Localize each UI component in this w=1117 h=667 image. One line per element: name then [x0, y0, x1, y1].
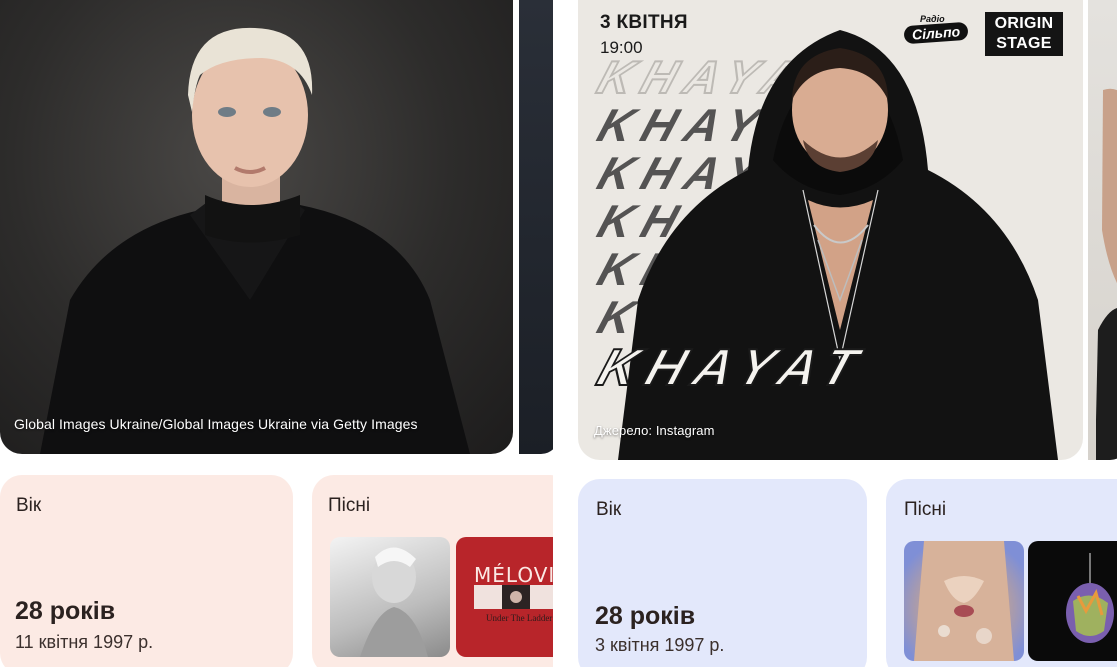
- radio-logo-name: Сільпо: [903, 21, 969, 45]
- birth-date: 11 квітня 1997 р.: [15, 632, 154, 652]
- age-card: Вік 28 років 11 квітня 1997 р.: [0, 475, 293, 667]
- songs-label: Пісні: [904, 499, 947, 520]
- songs-card: Пісні: [886, 479, 1117, 667]
- radio-silpo-logo: Радіо Сільпо: [896, 14, 976, 50]
- next-photo-peek[interactable]: [519, 0, 553, 454]
- age-value: 28 років: [595, 602, 696, 630]
- song-cover-1[interactable]: [330, 537, 450, 657]
- radio-logo-top: Радіо: [920, 14, 945, 24]
- age-label: Вік: [16, 495, 42, 516]
- peek-image: [1096, 88, 1117, 460]
- poster-time: 19:00: [600, 38, 643, 57]
- artist-photo-card[interactable]: Global Images Ukraine/Global Images Ukra…: [0, 0, 513, 454]
- venue-logo: ORIGIN STAGE: [985, 12, 1063, 56]
- venue-line-2: STAGE: [996, 35, 1052, 52]
- concert-poster-card[interactable]: KHAYAT KHAYAT KHAYAT KHAYAT KHAYAT KHAYA…: [578, 0, 1083, 460]
- artist-portrait-image: [40, 27, 470, 454]
- album-subtitle: Under The Ladder: [486, 613, 553, 623]
- song-cover-2[interactable]: MÉLOVIN Under The Ladder: [456, 537, 553, 657]
- album-face-strip: [474, 585, 553, 609]
- age-label: Вік: [596, 499, 622, 520]
- poster-date: 3 КВІТНЯ: [600, 12, 688, 33]
- song-cover-art: [914, 541, 1014, 661]
- panel-right-artist: KHAYAT KHAYAT KHAYAT KHAYAT KHAYAT KHAYA…: [578, 0, 1117, 667]
- song-cover-2[interactable]: [1028, 541, 1117, 661]
- next-photo-peek[interactable]: [1088, 0, 1117, 460]
- song-cover-1[interactable]: [904, 541, 1024, 661]
- age-card: Вік 28 років 3 квітня 1997 р.: [578, 479, 867, 667]
- album-title: MÉLOVIN: [474, 563, 553, 587]
- birth-date: 3 квітня 1997 р.: [595, 635, 725, 655]
- panel-left-artist: Global Images Ukraine/Global Images Ukra…: [0, 0, 553, 667]
- songs-card: Пісні MÉLOVIN Under The Ladder: [312, 475, 553, 667]
- photo-credit-caption: Global Images Ukraine/Global Images Ukra…: [14, 416, 418, 432]
- songs-label: Пісні: [328, 495, 371, 516]
- age-value: 28 років: [15, 597, 116, 625]
- song-cover-art: [1066, 553, 1114, 643]
- photo-credit-caption: Джерело: Instagram: [594, 423, 715, 438]
- venue-line-1: ORIGIN: [994, 15, 1054, 32]
- poster-main-wordmark: KHAYAT: [590, 338, 876, 398]
- song-cover-art: [360, 547, 428, 657]
